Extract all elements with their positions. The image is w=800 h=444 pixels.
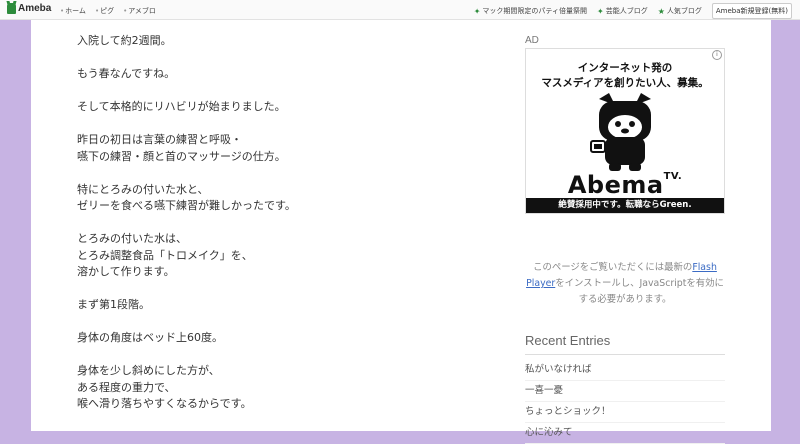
recent-entry-link[interactable]: 私がいなければ bbox=[525, 360, 725, 381]
ad-brand-suffix: TV. bbox=[663, 171, 683, 182]
abema-mascot-icon bbox=[590, 93, 651, 171]
flash-notice-text: をインストールし、JavaScriptを有効にする必要があります。 bbox=[555, 278, 724, 305]
article-line: 嚥下の練習・顔と首のマッサージの仕方。 bbox=[77, 149, 286, 163]
nav-link-pigg[interactable]: •ピグ bbox=[95, 6, 114, 16]
article-line: もう春なんですね。 bbox=[77, 66, 176, 80]
ad-info-icon[interactable]: i bbox=[712, 50, 722, 60]
ad-headline-line: インターネット発の bbox=[577, 62, 673, 74]
ad-brand: AbemaTV. bbox=[526, 171, 724, 199]
article-paragraph: まず第1段階。 bbox=[77, 297, 457, 314]
recent-entries-list: 私がいなければ 一喜一憂 ちょっとショック！ 心に沁みて bbox=[525, 360, 725, 444]
nav-link-home[interactable]: •ホーム bbox=[60, 6, 86, 16]
ameba-logo-icon bbox=[7, 3, 16, 14]
leaf-icon: ✦ bbox=[473, 6, 481, 16]
recent-entry-link[interactable]: 心に沁みて bbox=[525, 423, 725, 444]
promo-link[interactable]: ✦ マック期間限定のパティ倍量祭開 bbox=[474, 6, 587, 16]
leaf-icon: ✦ bbox=[597, 6, 604, 16]
nav-link-label: アメブロ bbox=[128, 7, 156, 15]
article-line: とろみの付いた水は、 bbox=[77, 232, 187, 246]
article-paragraph: そして本格的にリハビリが始まりました。 bbox=[77, 99, 457, 116]
ad-headline-line: マスメディアを創りたい人、募集。 bbox=[541, 77, 709, 89]
recent-entry-link[interactable]: 一喜一憂 bbox=[525, 381, 725, 402]
article-line: 喉へ滑り落ちやすくなるからです。 bbox=[77, 397, 252, 411]
recent-entry-link[interactable]: ちょっとショック！ bbox=[525, 402, 725, 423]
article-line: 入院して約2週間。 bbox=[77, 34, 172, 47]
nav-link-ameblo[interactable]: •アメブロ bbox=[123, 6, 156, 16]
register-button[interactable]: Ameba新規登録(無料) bbox=[711, 3, 792, 19]
article-line: 溶かして作ります。 bbox=[77, 265, 175, 279]
article-paragraph: 特にとろみの付いた水と、ゼリーを食べる嚥下練習が難しかったです。 bbox=[77, 182, 457, 215]
promo-link-label: マック期間限定のパティ倍量祭開 bbox=[482, 7, 588, 15]
article-paragraph: 身体の角度はベッド上60度。 bbox=[77, 330, 457, 347]
global-nav: •ホーム •ピグ •アメブロ bbox=[60, 6, 156, 16]
article-paragraph: もう春なんですね。 bbox=[77, 66, 457, 83]
recent-entries-title: Recent Entries bbox=[525, 333, 611, 348]
ameba-logo[interactable]: Ameba bbox=[7, 3, 51, 14]
ad-brand-text: Abema bbox=[567, 171, 664, 199]
ad-label: AD bbox=[525, 35, 539, 46]
celebrity-blog-label: 芸能人ブログ bbox=[605, 7, 648, 15]
ad-footer: 絶賛採用中です。転職ならGreen. bbox=[526, 198, 724, 213]
bullet-icon: • bbox=[94, 7, 100, 15]
bullet-icon: • bbox=[123, 7, 128, 15]
article-line: 身体を少し斜めにした方が、 bbox=[77, 364, 220, 378]
celebrity-blog-link[interactable]: ✦ 芸能人ブログ bbox=[597, 6, 648, 16]
article-line: 昨日の初日は言葉の練習と呼吸・ bbox=[77, 132, 242, 146]
article-paragraph: とろみの付いた水は、とろみ調整食品「トロメイク」を、 溶かして作ります。 bbox=[77, 231, 457, 281]
blog-main-area: 入院して約2週間。 もう春なんですね。 そして本格的にリハビリが始まりました。 … bbox=[31, 20, 771, 444]
article-line: そして本格的にリハビリが始まりました。 bbox=[77, 99, 286, 113]
bullet-icon: • bbox=[60, 7, 65, 15]
article-paragraph: 昨日の初日は言葉の練習と呼吸・嚥下の練習・顔と首のマッサージの仕方。 bbox=[77, 132, 457, 165]
article-line: とろみ調整食品「トロメイク」を、 bbox=[77, 248, 253, 262]
blog-article-body: 入院して約2週間。 もう春なんですね。 そして本格的にリハビリが始まりました。 … bbox=[77, 33, 457, 429]
ad-headline: インターネット発の マスメディアを創りたい人、募集。 bbox=[526, 61, 724, 91]
header-links: ✦ マック期間限定のパティ倍量祭開 ✦ 芸能人ブログ ★ 人気ブログ Ameba新規登… bbox=[474, 3, 792, 19]
recent-entries-divider bbox=[525, 354, 725, 355]
abema-ad-banner[interactable]: i インターネット発の マスメディアを創りたい人、募集。 AbemaTV. 絶賛… bbox=[525, 48, 725, 214]
article-line: ある程度の重力で、 bbox=[77, 380, 176, 394]
logo-text: Ameba bbox=[18, 3, 52, 14]
article-line: ゼリーを食べる嚥下練習が難しかったです。 bbox=[77, 199, 296, 213]
article-line: まず第1段階。 bbox=[77, 298, 150, 312]
article-line: 身体の角度はベッド上60度。 bbox=[77, 331, 223, 345]
article-paragraph: 入院して約2週間。 bbox=[77, 33, 457, 50]
nav-link-label: ホーム bbox=[65, 7, 86, 15]
nav-link-label: ピグ bbox=[100, 7, 115, 15]
top-navigation-bar: Ameba •ホーム •ピグ •アメブロ ✦ マック期間限定のパティ倍量祭開 ✦ 芸… bbox=[0, 0, 800, 20]
star-icon: ★ bbox=[657, 6, 665, 16]
popular-blog-label: 人気ブログ bbox=[666, 7, 702, 15]
flash-notice-text: このページをご覧いただくには最新の bbox=[533, 262, 693, 273]
popular-blog-link[interactable]: ★ 人気ブログ bbox=[658, 6, 702, 16]
article-paragraph: 身体を少し斜めにした方が、 ある程度の重力で、喉へ滑り落ちやすくなるからです。 bbox=[77, 363, 457, 413]
article-line: 特にとろみの付いた水と、 bbox=[77, 182, 209, 196]
flash-notice: このページをご覧いただくには最新のFlash Playerをインストールし、Ja… bbox=[525, 260, 725, 308]
